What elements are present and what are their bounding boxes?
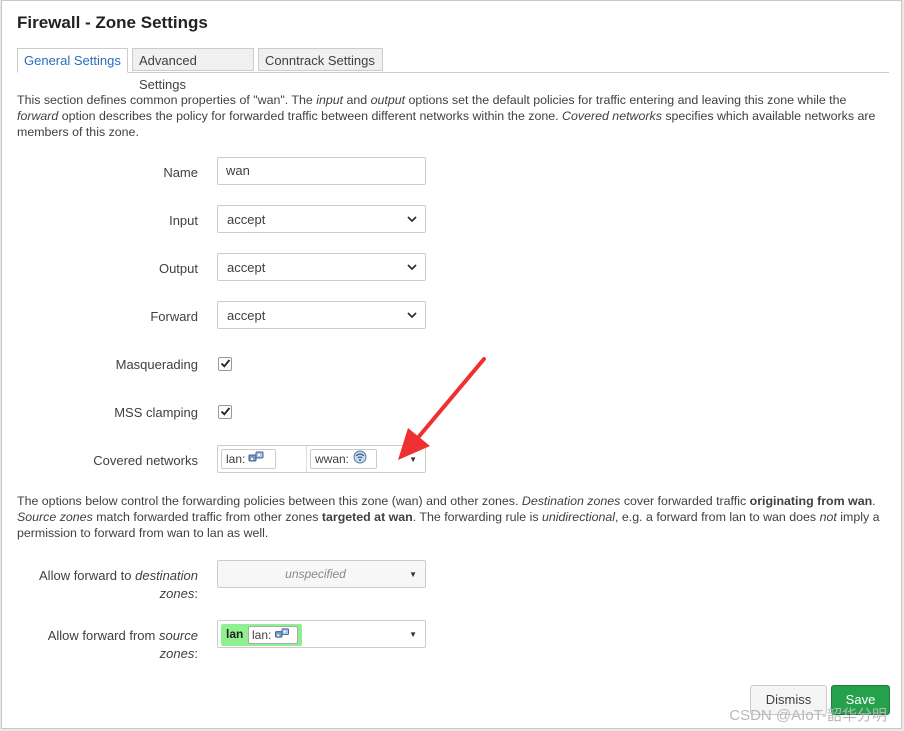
allow-forward-destination-label: Allow forward to destination zones: <box>39 568 198 601</box>
forward-select[interactable]: accept <box>217 301 426 329</box>
name-input[interactable]: wan <box>217 157 426 185</box>
zone-network-chip: lan: <box>248 626 298 644</box>
zone-badge-lan[interactable]: lan lan: <box>221 624 302 646</box>
dropdown-arrow-icon: ▼ <box>409 570 417 579</box>
forwarding-description: The options below control the forwarding… <box>17 494 880 540</box>
forward-label: Forward <box>150 309 198 324</box>
network-chip-wwan[interactable]: wwan: <box>310 449 377 469</box>
input-label: Input <box>169 213 198 228</box>
name-label: Name <box>163 165 198 180</box>
forward-select-value: accept <box>227 308 266 323</box>
checkmark-icon <box>220 407 231 416</box>
checkmark-icon <box>220 359 231 368</box>
chevron-down-icon <box>407 312 417 319</box>
tab-advanced-settings[interactable]: Advanced Settings <box>132 48 254 92</box>
wireless-icon <box>352 450 368 469</box>
input-select[interactable]: accept <box>217 205 426 233</box>
chevron-down-icon <box>407 216 417 223</box>
destination-zones-value: unspecified <box>285 567 346 581</box>
tab-general-settings[interactable]: General Settings <box>17 48 128 73</box>
source-zones-dropdown[interactable]: lan lan: ▼ <box>217 620 426 648</box>
network-chip-lan[interactable]: lan: <box>221 449 276 469</box>
zone-settings-dialog: Firewall - Zone Settings General Setting… <box>1 0 902 729</box>
output-label: Output <box>158 261 198 276</box>
network-chip-label: lan: <box>226 452 246 466</box>
divider <box>306 446 307 472</box>
mss-clamping-label: MSS clamping <box>114 405 198 420</box>
section-description: This section defines common properties o… <box>17 93 876 139</box>
covered-networks-label: Covered networks <box>93 453 198 468</box>
masquerading-label: Masquerading <box>115 357 198 372</box>
chevron-down-icon <box>407 264 417 271</box>
zone-name: lan <box>226 627 244 641</box>
input-select-value: accept <box>227 212 266 227</box>
ethernet-icon <box>248 450 264 469</box>
output-select[interactable]: accept <box>217 253 426 281</box>
mss-clamping-checkbox[interactable] <box>218 405 232 419</box>
tab-bar: General Settings Advanced Settings Connt… <box>17 48 889 92</box>
network-chip-label: wwan: <box>315 452 350 466</box>
dialog-title: Firewall - Zone Settings <box>17 13 208 32</box>
ethernet-icon <box>274 627 290 644</box>
destination-zones-dropdown[interactable]: unspecified ▼ <box>217 560 426 588</box>
annotation-arrow-icon <box>398 357 486 460</box>
output-select-value: accept <box>227 260 266 275</box>
watermark: CSDN @AIoT-韶华分明 <box>729 707 887 724</box>
masquerading-checkbox[interactable] <box>218 357 232 371</box>
allow-forward-source-label: Allow forward from source zones: <box>47 628 198 661</box>
dropdown-arrow-icon: ▼ <box>409 630 417 639</box>
tab-conntrack-settings[interactable]: Conntrack Settings <box>258 48 383 71</box>
